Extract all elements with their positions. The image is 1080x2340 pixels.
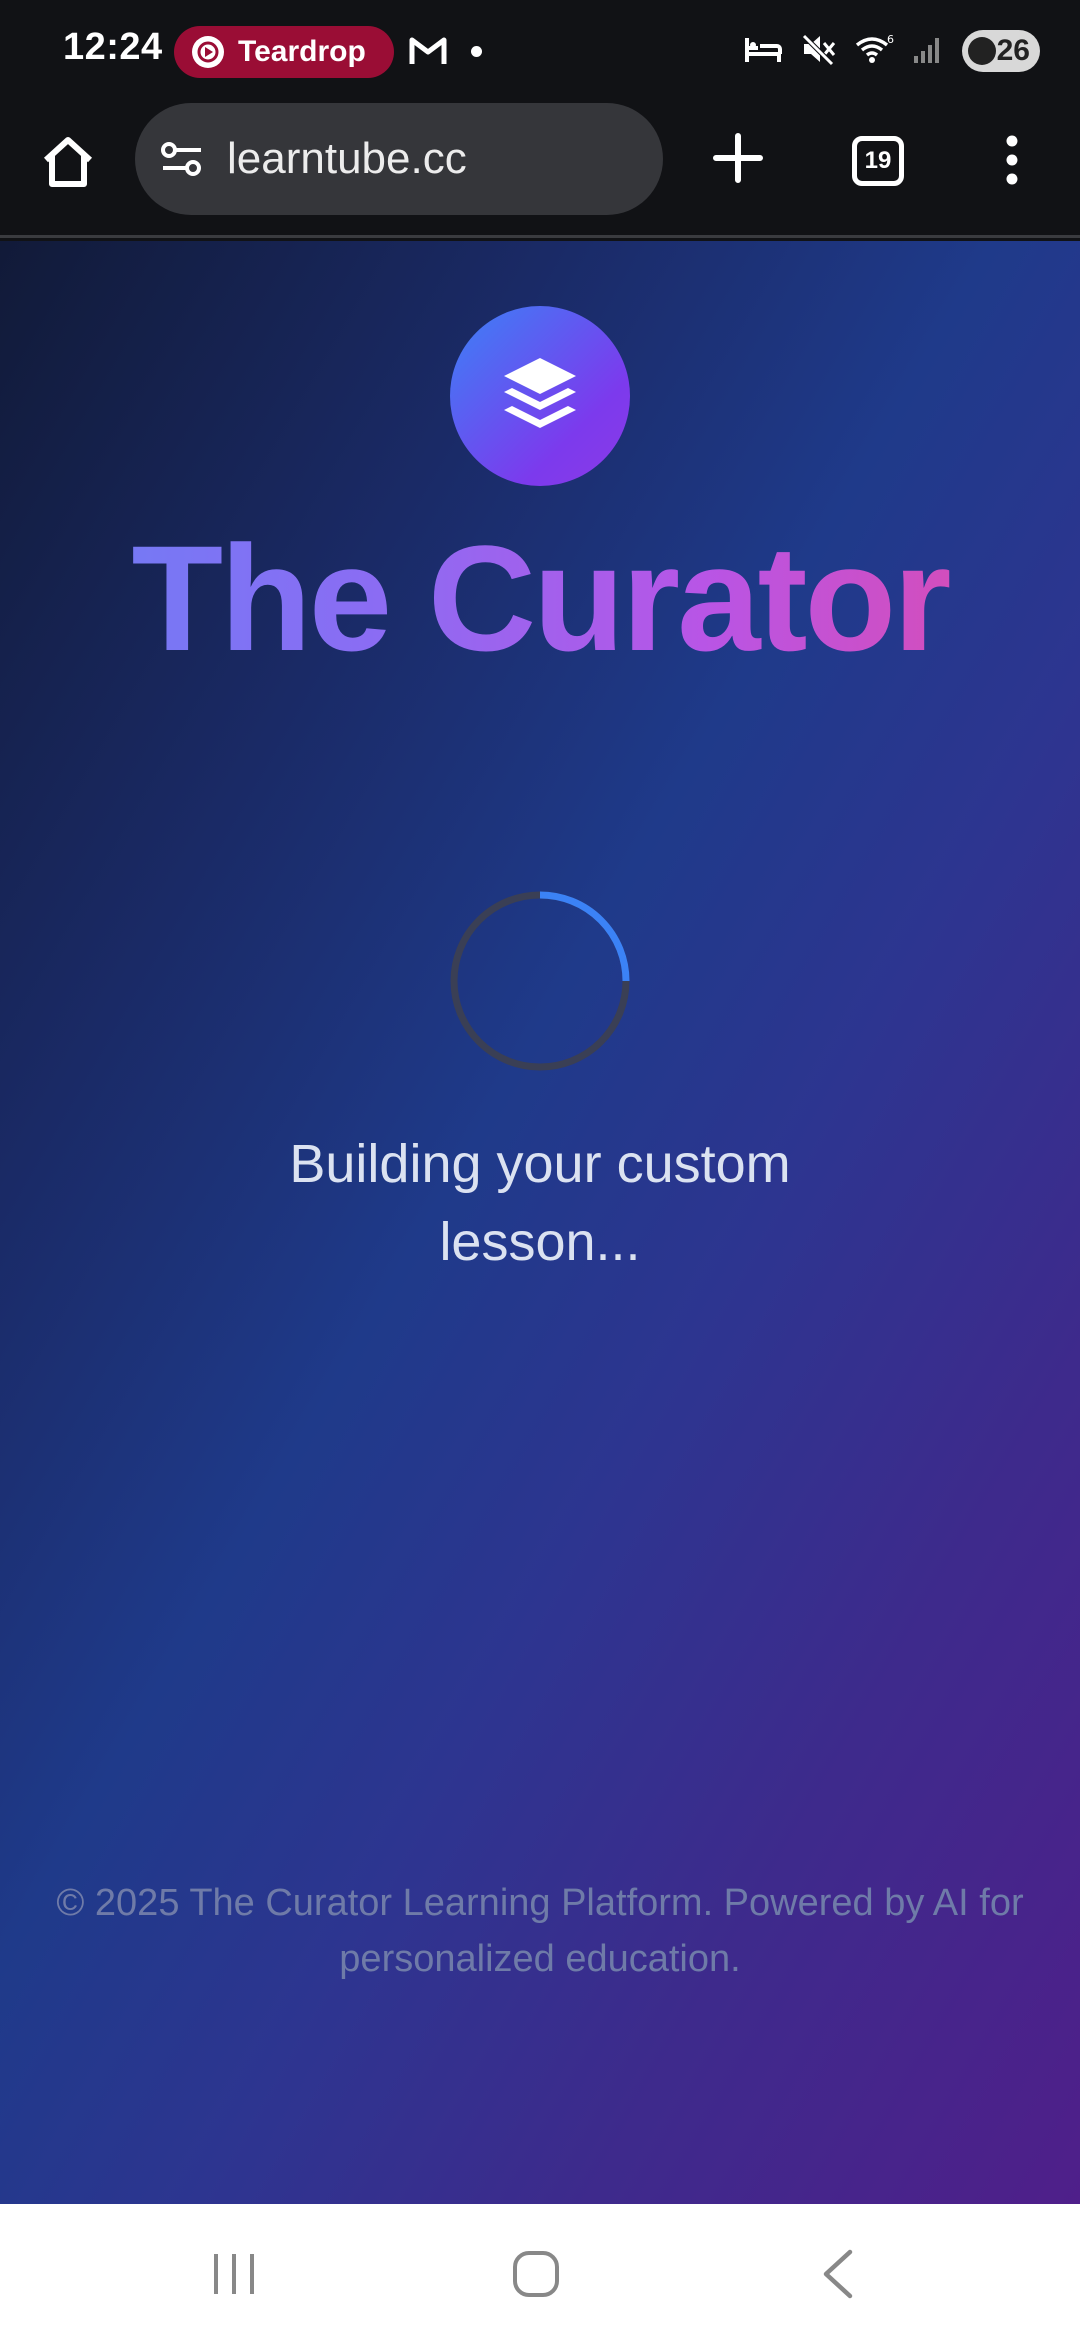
teardrop-app-icon <box>192 36 224 68</box>
tabs-icon[interactable]: 19 <box>852 136 904 186</box>
sleep-mode-icon <box>744 34 782 69</box>
home-nav-icon[interactable] <box>512 2250 560 2298</box>
url-text[interactable]: learntube.cc <box>227 134 467 184</box>
new-tab-icon[interactable] <box>710 130 766 186</box>
dot-icon <box>471 46 482 57</box>
teardrop-notification-chip[interactable]: Teardrop <box>174 26 394 78</box>
status-bar: 12:24 Teardrop 6 26 <box>0 0 1080 102</box>
battery-indicator: 26 <box>962 30 1040 72</box>
page-title: The Curator <box>0 523 1080 673</box>
loading-message: Building your custom lesson... <box>289 1134 791 1272</box>
site-settings-icon[interactable] <box>159 139 205 179</box>
mute-icon <box>800 32 836 71</box>
battery-level: 26 <box>996 34 1030 67</box>
back-icon[interactable] <box>818 2248 858 2300</box>
app-logo <box>450 306 630 486</box>
signal-icon <box>912 34 944 69</box>
battery-saver-icon <box>968 37 996 65</box>
more-menu-icon[interactable] <box>1000 132 1024 188</box>
teardrop-label: Teardrop <box>238 35 366 68</box>
footer-copyright: © 2025 The Curator Learning Platform. Po… <box>56 1882 1024 1980</box>
svg-text:6: 6 <box>887 33 894 46</box>
recents-icon[interactable] <box>210 2252 258 2296</box>
wifi-6-icon: 6 <box>854 33 894 70</box>
gmail-icon <box>408 34 448 71</box>
address-bar[interactable]: learntube.cc <box>135 103 663 215</box>
web-page: The Curator Building your custom lesson.… <box>0 241 1080 2204</box>
status-right-icons: 6 26 <box>744 28 1040 74</box>
layers-icon <box>498 354 582 439</box>
system-navigation-bar <box>0 2204 1080 2340</box>
browser-toolbar: learntube.cc 19 <box>0 102 1080 238</box>
phone-screen: 12:24 Teardrop 6 26 learntube.cc 19 The … <box>0 0 1080 2340</box>
home-icon[interactable] <box>38 132 98 192</box>
status-time: 12:24 <box>63 26 163 68</box>
loading-spinner <box>449 890 631 1072</box>
